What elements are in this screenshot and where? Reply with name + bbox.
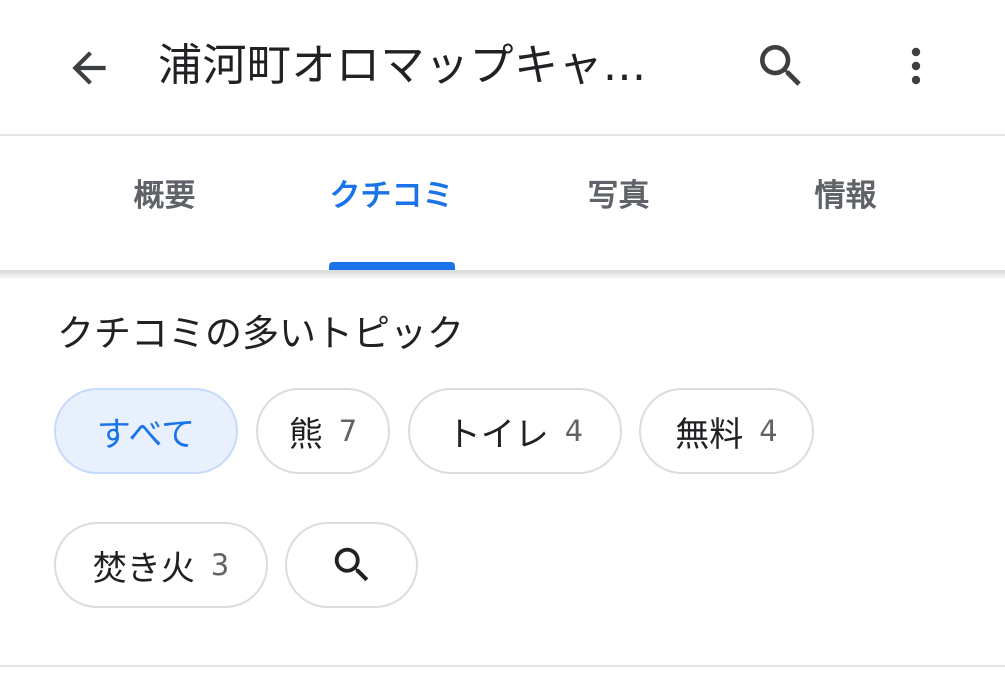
- tab-overview[interactable]: 概要: [51, 136, 278, 270]
- chip-label: 熊: [288, 414, 323, 455]
- tab-label: 概要: [133, 177, 196, 214]
- chip-count: 3: [210, 548, 230, 582]
- search-icon: [760, 45, 801, 86]
- chip-count: 7: [338, 414, 358, 448]
- chip-label: 焚き火: [92, 548, 195, 589]
- topic-chip-bear[interactable]: 熊 7: [256, 388, 390, 474]
- chip-label: 無料: [675, 414, 744, 455]
- chip-label: すべて: [96, 414, 196, 455]
- chip-label: トイレ: [446, 414, 549, 455]
- tab-label: クチコミ: [329, 177, 454, 214]
- tab-reviews[interactable]: クチコミ: [278, 136, 505, 270]
- topic-search-chip[interactable]: [285, 522, 418, 608]
- topic-chip-campfire[interactable]: 焚き火 3: [54, 522, 268, 608]
- arrow-left-icon: [72, 51, 106, 85]
- topic-chip-toilet[interactable]: トイレ 4: [408, 388, 622, 474]
- tab-label: 情報: [814, 177, 877, 214]
- more-vert-icon: [911, 47, 921, 85]
- section-divider: [0, 665, 1005, 667]
- search-button[interactable]: [748, 36, 814, 96]
- tab-label: 写真: [587, 177, 650, 214]
- active-tab-indicator: [328, 262, 455, 270]
- tab-bar-shadow: [0, 270, 1005, 280]
- tab-info[interactable]: 情報: [732, 136, 959, 270]
- back-button[interactable]: [56, 40, 122, 96]
- tab-photos[interactable]: 写真: [505, 136, 732, 270]
- chip-count: 4: [759, 414, 778, 448]
- topic-chip-free[interactable]: 無料 4: [639, 388, 814, 474]
- topic-chip-all[interactable]: すべて: [54, 388, 238, 474]
- page-title: 浦河町オロマップキャ...: [158, 40, 647, 91]
- more-options-button[interactable]: [892, 36, 940, 96]
- tab-bar: 概要 クチコミ 写真 情報: [0, 136, 1005, 270]
- reviews-screen: 浦河町オロマップキャ... 概要 クチコミ 写真 情報 クチコミの多いトピック …: [0, 0, 1005, 683]
- search-icon: [334, 547, 368, 582]
- app-bar: 浦河町オロマップキャ...: [0, 0, 1005, 134]
- topics-heading: クチコミの多いトピック: [57, 312, 464, 355]
- chip-count: 4: [564, 414, 584, 448]
